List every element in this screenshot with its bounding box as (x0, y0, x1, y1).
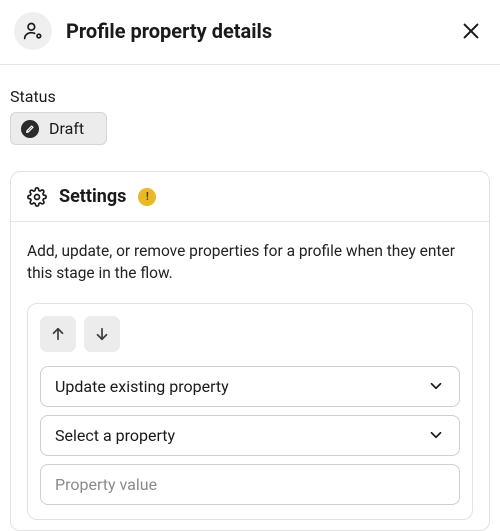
property-value-input[interactable] (40, 464, 460, 505)
profile-icon (23, 21, 43, 41)
draft-status-icon (21, 120, 39, 138)
action-select-value: Update existing property (55, 377, 229, 396)
action-select[interactable]: Update existing property (40, 366, 460, 407)
panel-title: Profile property details (66, 19, 442, 43)
settings-title: Settings (59, 186, 126, 207)
close-button[interactable] (456, 16, 486, 46)
warning-icon: ! (138, 188, 156, 206)
arrow-up-icon (49, 325, 67, 343)
profile-icon-wrap (14, 12, 52, 50)
settings-body: Add, update, or remove properties for a … (11, 222, 489, 530)
chevron-down-icon (427, 426, 445, 444)
settings-card: Settings ! Add, update, or remove proper… (10, 171, 490, 531)
property-group: Update existing property Select a proper… (27, 303, 473, 520)
property-select-value: Select a property (55, 426, 175, 445)
status-badge: Draft (10, 112, 107, 145)
reorder-controls (40, 316, 460, 352)
panel-content: Status Draft Settings ! Add, update, or … (0, 65, 500, 531)
move-down-button[interactable] (84, 316, 120, 352)
status-value: Draft (49, 119, 84, 138)
chevron-down-icon (427, 377, 445, 395)
panel-header: Profile property details (0, 0, 500, 64)
settings-header: Settings ! (11, 172, 489, 221)
arrow-down-icon (93, 325, 111, 343)
property-select[interactable]: Select a property (40, 415, 460, 456)
close-icon (460, 20, 482, 42)
move-up-button[interactable] (40, 316, 76, 352)
status-label: Status (10, 87, 490, 106)
settings-description: Add, update, or remove properties for a … (27, 240, 473, 285)
gear-icon (27, 187, 47, 207)
